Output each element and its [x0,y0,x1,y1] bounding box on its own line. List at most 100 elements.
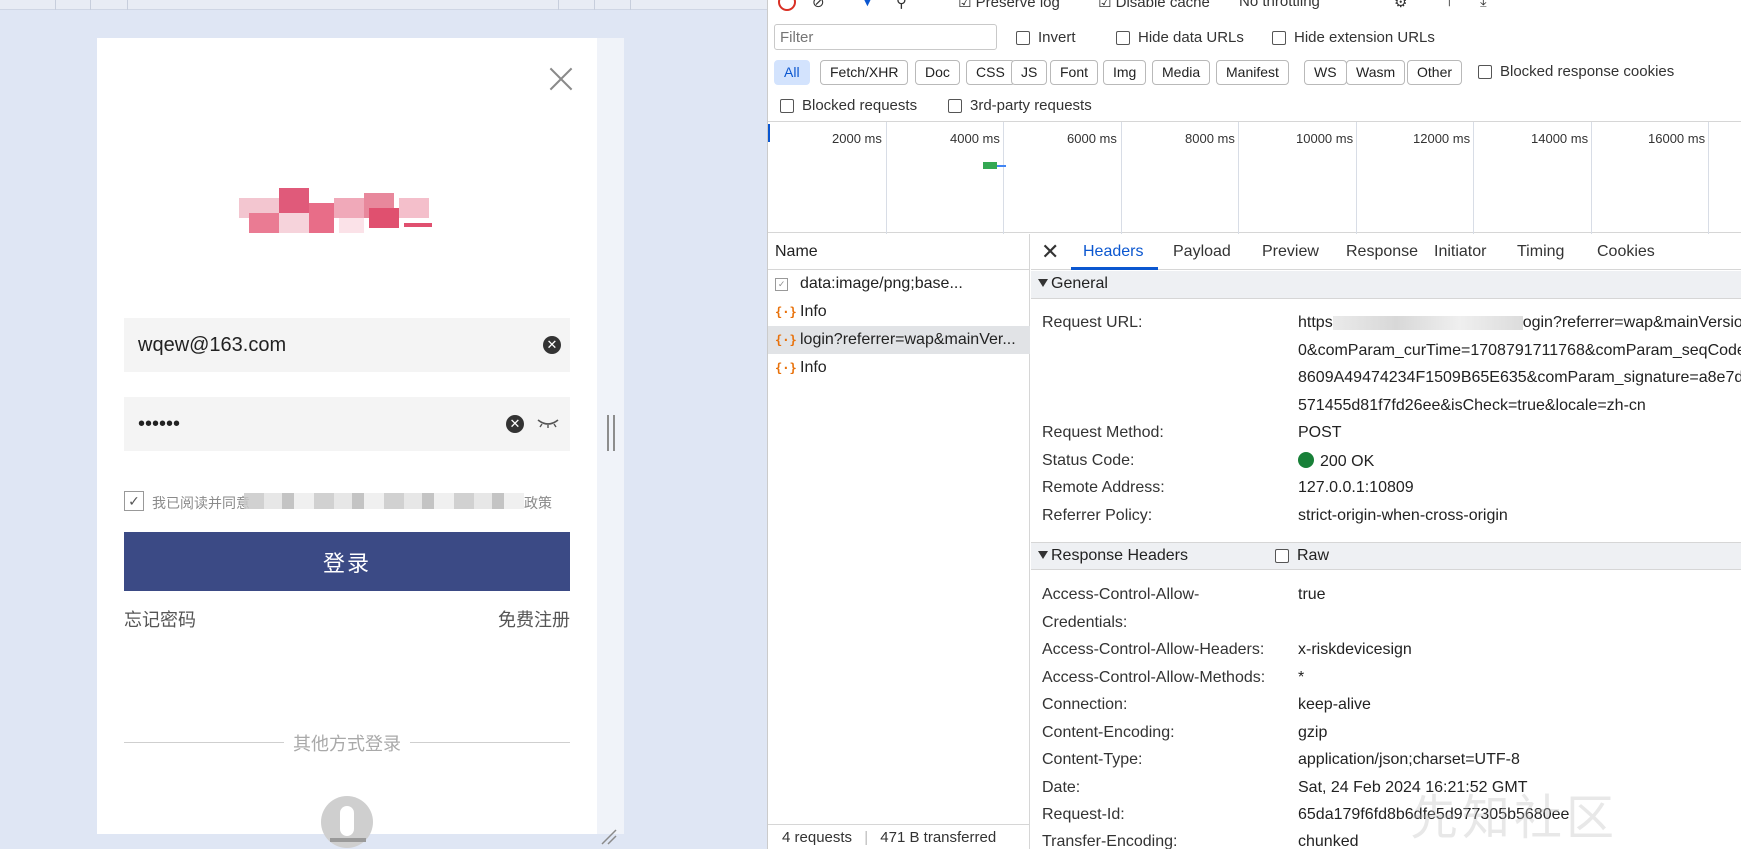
invert-checkbox[interactable] [1016,30,1030,45]
request-row-data-image[interactable]: ✓ data:image/png;base... [768,270,1030,298]
type-filter-js[interactable]: JS [1011,60,1048,85]
request-list-header[interactable]: Name [768,234,1030,270]
agreement-checkbox[interactable]: ✓ [124,491,144,511]
type-filter-css[interactable]: CSS [966,60,1015,85]
remote-address-value: 127.0.0.1:10809 [1298,479,1414,496]
header-value: 65da179f6fd8b6dfe5d977305b5680ee [1298,806,1570,823]
resize-bottom-handle[interactable] [330,838,366,842]
raw-checkbox[interactable] [1275,549,1289,563]
clear-email-icon[interactable]: ✕ [543,336,561,354]
eye-closed-icon[interactable] [536,415,560,431]
hide-extension-urls-option[interactable]: Hide extension URLs [1272,29,1435,46]
network-timeline-overview[interactable]: 2000 ms 4000 ms 6000 ms 8000 ms 10000 ms… [768,121,1741,234]
filter-icon[interactable]: ▼ [860,0,875,10]
hide-extension-urls-checkbox[interactable] [1272,30,1286,45]
timeline-request-bar-tail [997,165,1006,167]
expand-triangle-icon [1038,551,1048,559]
request-url-value-line-2: 0&comParam_curTime=1708791711768&comPara… [1298,342,1741,359]
type-filter-wasm[interactable]: Wasm [1346,60,1406,85]
request-url-value-line-3: 8609A49474234F1509B65E635&comParam_signa… [1298,369,1741,386]
header-key: Transfer-Encoding: [1042,833,1178,849]
split-drag-handle[interactable] [607,415,615,451]
general-section-header[interactable]: General [1031,271,1741,299]
request-name: Info [800,359,827,376]
expand-triangle-icon [1038,279,1048,287]
invert-option[interactable]: Invert [1016,29,1076,46]
export-har-icon[interactable]: ⤓ [1480,0,1487,10]
header-value: Sat, 24 Feb 2024 16:21:52 GMT [1298,779,1528,796]
blocked-response-cookies-checkbox[interactable] [1478,64,1492,79]
type-filter-doc[interactable]: Doc [915,60,960,85]
forgot-password-link[interactable]: 忘记密码 [124,606,196,632]
type-filter-all[interactable]: All [774,60,810,85]
resize-corner-icon[interactable] [598,826,618,846]
network-conditions-icon[interactable]: ⚙ [1394,0,1407,11]
throttling-select[interactable]: No throttling [1239,0,1320,10]
type-filter-font[interactable]: Font [1050,60,1099,85]
login-modal: ✕ ✕ ✓ 我已阅读并同意 政策 登录 忘记密码 免费注册 其他方式登录 [97,38,597,848]
search-icon[interactable]: ⚲ [896,0,907,11]
preserve-log-label: Preserve log [975,0,1060,11]
tab-headers[interactable]: Headers [1083,243,1143,261]
request-row-login[interactable]: {·} login?referrer=wap&mainVer... [768,326,1030,354]
register-link[interactable]: 免费注册 [498,606,570,632]
timeline-label-4000: 4000 ms [950,131,1000,146]
redacted-host [1332,315,1523,330]
header-value: keep-alive [1298,696,1371,713]
type-filter-fetch-xhr[interactable]: Fetch/XHR [820,60,909,85]
preserve-log-checkbox[interactable]: ☑ Preserve log [958,0,1060,11]
type-filter-img[interactable]: Img [1103,60,1147,85]
third-party-requests-checkbox[interactable] [948,98,962,113]
tab-cookies[interactable]: Cookies [1597,243,1655,261]
hide-data-urls-label: Hide data URLs [1138,29,1244,46]
disable-cache-label: Disable cache [1115,0,1210,11]
header-key: Content-Encoding: [1042,724,1175,741]
devtools-network-panel: ⊘ ▼ ⚲ ☑ Preserve log ☑ Disable cache No … [767,0,1741,849]
request-row-info-2[interactable]: {·} Info [768,354,1030,382]
request-name: login?referrer=wap&mainVer... [800,331,1016,348]
type-filter-ws[interactable]: WS [1304,60,1347,85]
email-field[interactable]: ✕ [124,318,570,372]
hide-data-urls-checkbox[interactable] [1116,30,1130,45]
password-field[interactable]: ✕ [124,397,570,451]
disable-cache-checkbox[interactable]: ☑ Disable cache [1098,0,1210,11]
type-filter-media[interactable]: Media [1152,60,1211,85]
import-har-icon[interactable]: ⤒ [1446,0,1453,10]
request-details-panel: ✕ Headers Payload Preview Response Initi… [1031,234,1741,849]
type-filter-other[interactable]: Other [1407,60,1463,85]
request-list-footer: 4 requests | 471 B transferred [768,824,1030,849]
close-icon[interactable] [545,64,577,96]
filter-input[interactable] [774,24,997,50]
timeline-label-6000: 6000 ms [1067,131,1117,146]
third-party-requests-option[interactable]: 3rd-party requests [948,97,1092,114]
clear-password-icon[interactable]: ✕ [506,415,524,433]
request-method-value: POST [1298,424,1342,441]
type-filter-manifest[interactable]: Manifest [1216,60,1289,85]
tab-preview[interactable]: Preview [1262,243,1319,261]
email-input[interactable] [138,318,498,372]
request-row-info-1[interactable]: {·} Info [768,298,1030,326]
password-input[interactable] [138,397,498,451]
clear-log-icon[interactable]: ⊘ [812,0,825,11]
record-icon[interactable] [778,0,796,12]
close-details-icon[interactable]: ✕ [1041,239,1059,265]
agreement-suffix: 政策 [524,495,552,511]
header-value: x-riskdevicesign [1298,641,1412,658]
blocked-requests-checkbox[interactable] [780,98,794,113]
request-url-value-line-1: https ogin?referrer=wap&mainVersion= [1298,314,1741,331]
tab-payload[interactable]: Payload [1173,243,1231,261]
tab-response[interactable]: Response [1346,243,1418,261]
timeline-label-10000: 10000 ms [1296,131,1354,146]
tab-initiator[interactable]: Initiator [1434,243,1486,261]
blocked-requests-label: Blocked requests [802,97,918,114]
tab-timing[interactable]: Timing [1517,243,1564,261]
hide-data-urls-option[interactable]: Hide data URLs [1116,29,1244,46]
blocked-requests-option[interactable]: Blocked requests [780,97,917,114]
raw-label: Raw [1297,547,1330,564]
login-button[interactable]: 登录 [124,532,570,591]
raw-toggle[interactable]: Raw [1275,547,1329,565]
blocked-response-cookies-option[interactable]: Blocked response cookies [1478,63,1674,80]
details-tabs: ✕ Headers Payload Preview Response Initi… [1031,234,1741,270]
response-headers-section-header[interactable]: Response Headers Raw [1031,542,1741,570]
remote-address-key: Remote Address: [1042,479,1165,496]
